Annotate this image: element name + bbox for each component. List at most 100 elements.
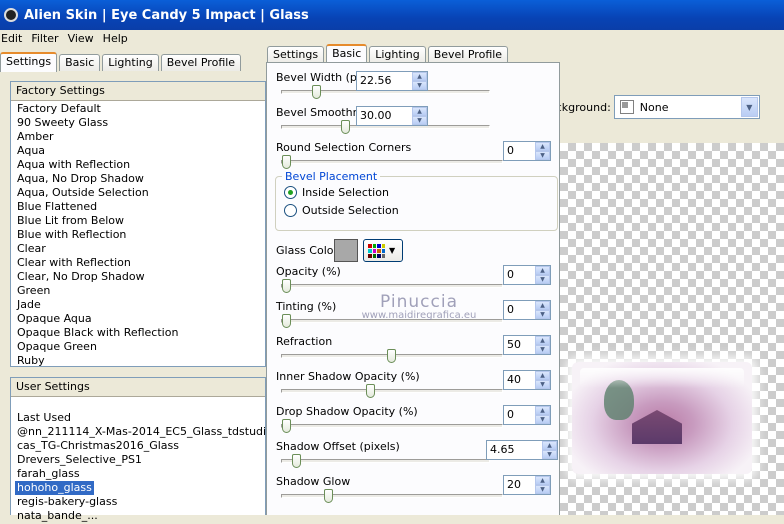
inside-selection-radio[interactable]: Inside Selection bbox=[284, 186, 389, 199]
spin-down-icon[interactable]: ▼ bbox=[412, 81, 427, 90]
bevel-smoothness-value[interactable]: 30.00 bbox=[357, 107, 412, 125]
user-item[interactable]: farah_glass bbox=[17, 467, 80, 480]
drop-shadow-value[interactable]: 0 bbox=[504, 406, 535, 424]
user-item[interactable]: Last Used bbox=[17, 411, 71, 424]
spin-up-icon[interactable]: ▲ bbox=[412, 72, 427, 81]
round-corners-field[interactable]: 0 ▲ ▼ bbox=[503, 141, 551, 161]
refraction-value[interactable]: 50 bbox=[504, 336, 535, 354]
spin-down-icon[interactable]: ▼ bbox=[535, 380, 550, 389]
inner-shadow-slider[interactable] bbox=[281, 384, 503, 398]
factory-item[interactable]: Opaque Black with Reflection bbox=[17, 326, 259, 340]
factory-item[interactable]: Aqua, Outside Selection bbox=[17, 186, 259, 200]
factory-item[interactable]: Clear, No Drop Shadow bbox=[17, 270, 259, 284]
user-item[interactable]: Drevers_Selective_PS1 bbox=[17, 453, 142, 466]
drop-shadow-field[interactable]: 0 ▲ ▼ bbox=[503, 405, 551, 425]
spin-up-icon[interactable]: ▲ bbox=[535, 266, 550, 275]
factory-item[interactable]: Opaque Aqua bbox=[17, 312, 259, 326]
factory-item[interactable]: Clear bbox=[17, 242, 259, 256]
factory-item[interactable]: Ruby bbox=[17, 354, 259, 368]
tab-lighting[interactable]: Lighting bbox=[102, 54, 159, 71]
bevel-width-field[interactable]: 22.56 ▲ ▼ bbox=[356, 71, 428, 91]
tab-basic[interactable]: Basic bbox=[59, 54, 101, 71]
chevron-down-icon[interactable]: ▼ bbox=[740, 97, 758, 117]
factory-item[interactable]: Aqua bbox=[17, 144, 259, 158]
round-corners-slider[interactable] bbox=[281, 155, 503, 169]
shadow-offset-slider-thumb[interactable] bbox=[292, 454, 301, 468]
spin-up-icon[interactable]: ▲ bbox=[535, 476, 550, 485]
user-item[interactable]: @nn_211114_X-Mas-2014_EC5_Glass_tdstudio bbox=[17, 425, 273, 438]
spin-up-icon[interactable]: ▲ bbox=[535, 336, 550, 345]
menu-edit[interactable]: Edit bbox=[0, 32, 26, 45]
refraction-slider[interactable] bbox=[281, 349, 503, 363]
bevel-width-slider-thumb[interactable] bbox=[312, 85, 321, 99]
spin-up-icon[interactable]: ▲ bbox=[542, 441, 557, 450]
opacity-slider[interactable] bbox=[281, 279, 503, 293]
tab-settings[interactable]: Settings bbox=[0, 52, 58, 72]
inner-shadow-value[interactable]: 40 bbox=[504, 371, 535, 389]
spin-down-icon[interactable]: ▼ bbox=[535, 151, 550, 160]
tinting-value[interactable]: 0 bbox=[504, 301, 535, 319]
refraction-slider-thumb[interactable] bbox=[387, 349, 396, 363]
opacity-slider-thumb[interactable] bbox=[282, 279, 291, 293]
spin-up-icon[interactable]: ▲ bbox=[535, 301, 550, 310]
background-select[interactable]: None ▼ bbox=[613, 95, 760, 119]
opacity-value[interactable]: 0 bbox=[504, 266, 535, 284]
menu-view[interactable]: View bbox=[67, 32, 98, 45]
spin-down-icon[interactable]: ▼ bbox=[535, 415, 550, 424]
outside-selection-radio[interactable]: Outside Selection bbox=[284, 204, 399, 217]
bevel-smoothness-slider-thumb[interactable] bbox=[341, 120, 350, 134]
spin-up-icon[interactable]: ▲ bbox=[535, 406, 550, 415]
spin-up-icon[interactable]: ▲ bbox=[412, 107, 427, 116]
user-item[interactable]: nata_bande_... bbox=[17, 509, 98, 522]
shadow-offset-field[interactable]: 4.65 ▲ ▼ bbox=[486, 440, 558, 460]
tab-bevel-profile[interactable]: Bevel Profile bbox=[160, 54, 242, 71]
shadow-glow-slider-thumb[interactable] bbox=[324, 489, 333, 503]
shadow-offset-slider[interactable] bbox=[281, 454, 490, 468]
round-corners-value[interactable]: 0 bbox=[504, 142, 535, 160]
bevel-width-value[interactable]: 22.56 bbox=[357, 72, 412, 90]
panel-tab-settings[interactable]: Settings bbox=[267, 46, 325, 63]
factory-item[interactable]: Green bbox=[17, 284, 259, 298]
shadow-glow-value[interactable]: 20 bbox=[504, 476, 535, 494]
tinting-slider-thumb[interactable] bbox=[282, 314, 291, 328]
spin-down-icon[interactable]: ▼ bbox=[535, 275, 550, 284]
spin-up-icon[interactable]: ▲ bbox=[535, 371, 550, 380]
factory-item[interactable]: Aqua with Reflection bbox=[17, 158, 259, 172]
factory-item[interactable]: Aqua, No Drop Shadow bbox=[17, 172, 259, 186]
spin-up-icon[interactable]: ▲ bbox=[535, 142, 550, 151]
round-corners-slider-thumb[interactable] bbox=[282, 155, 291, 169]
factory-item[interactable]: Blue Flattened bbox=[17, 200, 259, 214]
shadow-offset-value[interactable]: 4.65 bbox=[487, 441, 542, 459]
user-item[interactable]: cas_TG-Christmas2016_Glass bbox=[17, 439, 179, 452]
shadow-glow-slider[interactable] bbox=[281, 489, 503, 503]
drop-shadow-slider-thumb[interactable] bbox=[282, 419, 291, 433]
factory-item[interactable]: Amber bbox=[17, 130, 259, 144]
user-item[interactable]: hohoho_glass bbox=[15, 481, 94, 495]
tinting-field[interactable]: 0 ▲ ▼ bbox=[503, 300, 551, 320]
factory-item[interactable]: Factory Default bbox=[17, 102, 259, 116]
factory-item[interactable]: Blue Lit from Below bbox=[17, 214, 259, 228]
factory-item[interactable]: Clear with Reflection bbox=[17, 256, 259, 270]
factory-item[interactable]: 90 Sweety Glass bbox=[17, 116, 259, 130]
menu-filter[interactable]: Filter bbox=[30, 32, 62, 45]
inner-shadow-slider-thumb[interactable] bbox=[366, 384, 375, 398]
inner-shadow-field[interactable]: 40 ▲ ▼ bbox=[503, 370, 551, 390]
app-icon[interactable] bbox=[4, 8, 18, 22]
bevel-smoothness-field[interactable]: 30.00 ▲ ▼ bbox=[356, 106, 428, 126]
drop-shadow-slider[interactable] bbox=[281, 419, 503, 433]
panel-tab-lighting[interactable]: Lighting bbox=[369, 46, 426, 63]
spin-down-icon[interactable]: ▼ bbox=[542, 450, 557, 459]
factory-item[interactable]: Jade bbox=[17, 298, 259, 312]
spin-down-icon[interactable]: ▼ bbox=[535, 485, 550, 494]
factory-item[interactable]: Blue with Reflection bbox=[17, 228, 259, 242]
menu-help[interactable]: Help bbox=[102, 32, 132, 45]
spin-down-icon[interactable]: ▼ bbox=[535, 345, 550, 354]
factory-item[interactable]: Opaque Green bbox=[17, 340, 259, 354]
glass-color-swatch[interactable] bbox=[334, 239, 358, 262]
panel-tab-basic[interactable]: Basic bbox=[326, 44, 368, 64]
spin-down-icon[interactable]: ▼ bbox=[535, 310, 550, 319]
panel-tab-bevel-profile[interactable]: Bevel Profile bbox=[427, 46, 509, 63]
user-item[interactable]: regis-bakery-glass bbox=[17, 495, 117, 508]
color-palette-button[interactable]: ▼ bbox=[363, 239, 403, 262]
refraction-field[interactable]: 50 ▲ ▼ bbox=[503, 335, 551, 355]
